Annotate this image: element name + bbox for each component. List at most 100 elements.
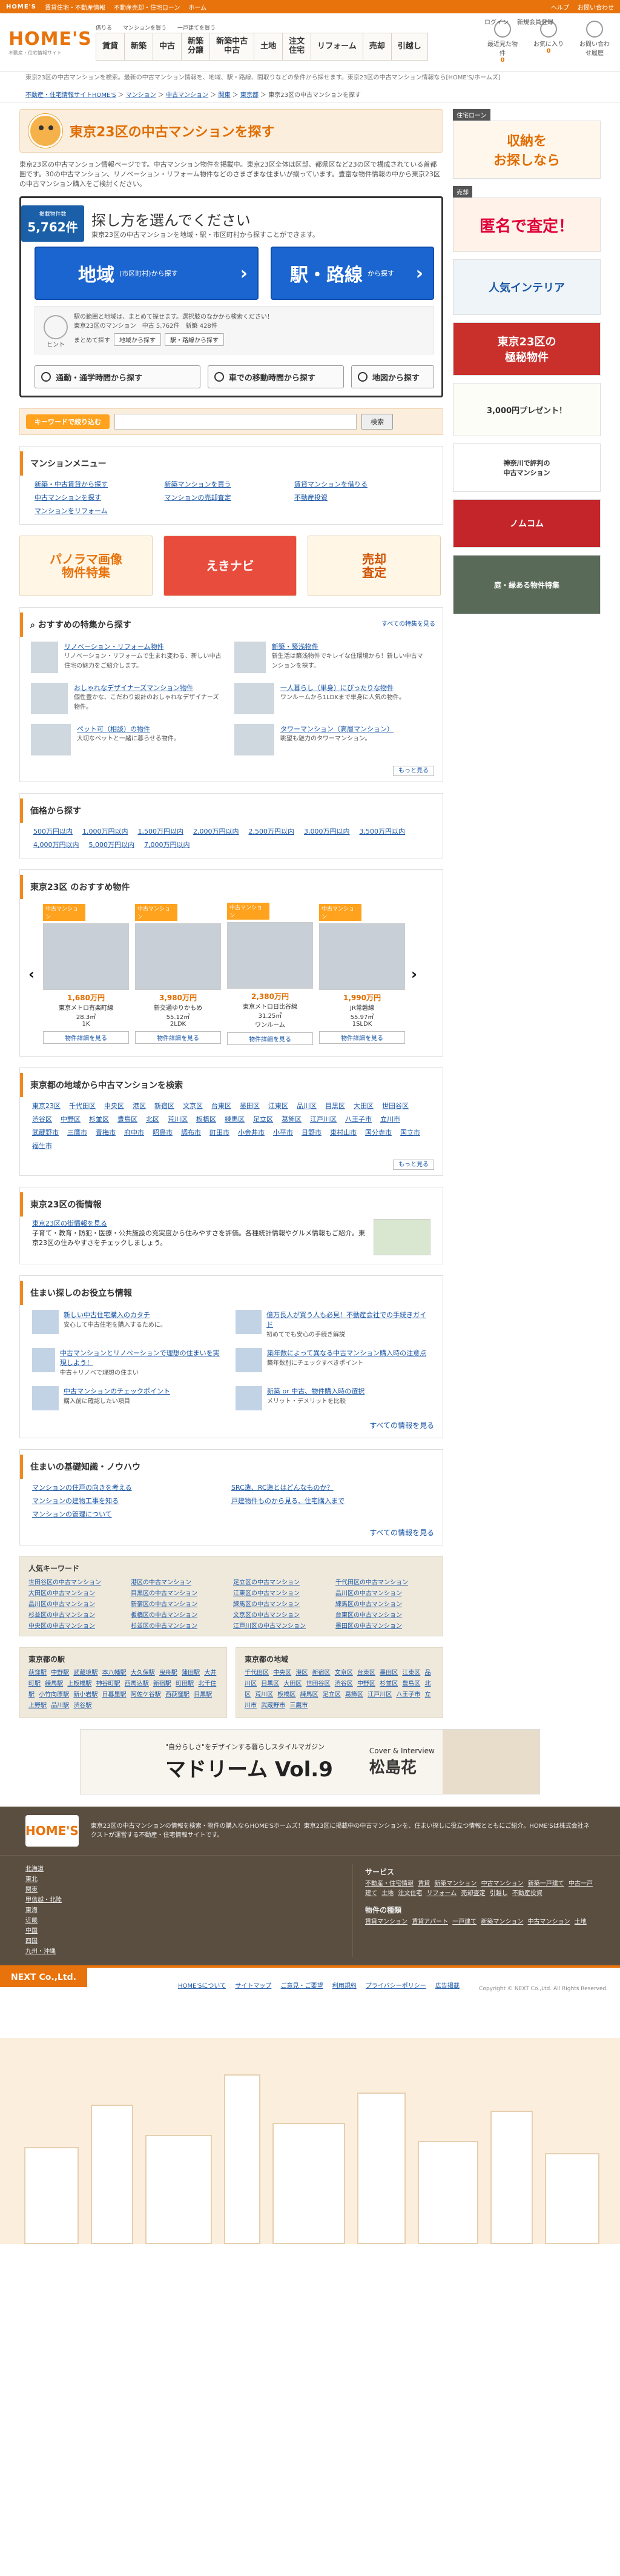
keyword-link[interactable]: 練馬区の中古マンション	[233, 1599, 332, 1608]
bottom-link[interactable]: HOME'Sについて	[178, 1983, 226, 1990]
gnav-order[interactable]: 注文 住宅	[282, 33, 312, 61]
keyword-link[interactable]: 千代田区の中古マンション	[335, 1577, 434, 1586]
gnav-sell[interactable]: 売却	[362, 33, 392, 61]
breadcrumb-home[interactable]: 不動産・住宅情報サイトHOME'S	[25, 92, 116, 99]
interior-banner[interactable]: 人気インテリア	[453, 259, 601, 315]
region-link[interactable]: 武蔵野市	[261, 1702, 285, 1709]
region-link[interactable]: 中央区	[273, 1670, 291, 1676]
menu-item-6[interactable]: 不動産投資	[294, 493, 424, 502]
footer-service-link[interactable]: 注文住宅	[398, 1890, 422, 1897]
footer-service-link[interactable]: 売却査定	[461, 1890, 485, 1897]
footer-region-link[interactable]: 東北	[25, 1876, 38, 1883]
area-link[interactable]: 北区	[146, 1114, 159, 1124]
gnav-new-sale[interactable]: 新築 分譲	[181, 33, 211, 61]
basics-link[interactable]: マンションの管理について	[32, 1509, 231, 1519]
gnav-new[interactable]: 新築	[124, 33, 154, 61]
station-link[interactable]: 曳舟駅	[159, 1670, 177, 1676]
footer-service-link[interactable]: リフォーム	[427, 1890, 457, 1897]
region-link[interactable]: 千代田区	[245, 1670, 269, 1676]
area-link[interactable]: 小金井市	[238, 1127, 265, 1137]
price-link[interactable]: 2,000万円以内	[193, 826, 239, 836]
footer-region-link[interactable]: 九州・沖縄	[25, 1948, 56, 1955]
property-card[interactable]: 中古マンション 3,980万円 新交通ゆりかもめ 55.12㎡ 2LDK 物件詳細を見…	[135, 904, 221, 1044]
keyword-link[interactable]: 中央区の中古マンション	[28, 1621, 127, 1630]
property-detail-button[interactable]: 物件詳細を見る	[43, 1031, 129, 1044]
featured-more-link[interactable]: すべての特集を見る	[381, 619, 435, 628]
area-link[interactable]: 板橋区	[196, 1114, 216, 1124]
footer-type-link[interactable]: 新築マンション	[481, 1919, 523, 1925]
region-link[interactable]: 墨田区	[380, 1670, 398, 1676]
area-link[interactable]: 世田谷区	[382, 1101, 409, 1110]
post-item[interactable]: 億万長人が買う人も必見！不動産会社での手続きガイド 初めてでも安心の手続き解説	[236, 1310, 429, 1338]
footer-region-link[interactable]: 中国	[25, 1928, 38, 1934]
station-link[interactable]: 渋谷駅	[73, 1702, 91, 1709]
area-more-button[interactable]: もっと見る	[393, 1160, 434, 1170]
area-link[interactable]: 国立市	[400, 1127, 420, 1137]
featured-more-button[interactable]: もっと見る	[393, 766, 434, 776]
map-search-button[interactable]: 地図から探す	[351, 365, 434, 388]
price-link[interactable]: 3,500万円以内	[360, 826, 406, 836]
price-link[interactable]: 500万円以内	[33, 826, 73, 836]
area-link[interactable]: 調布市	[181, 1127, 201, 1137]
price-link[interactable]: 3,000万円以内	[304, 826, 350, 836]
breadcrumb-mansion[interactable]: マンション	[126, 92, 156, 99]
footer-region-link[interactable]: 近畿	[25, 1917, 38, 1924]
area-link[interactable]: 福生市	[32, 1141, 52, 1150]
area-link[interactable]: 文京区	[183, 1101, 203, 1110]
station-link[interactable]: 西荻窪駅	[165, 1691, 190, 1698]
property-detail-button[interactable]: 物件詳細を見る	[227, 1032, 313, 1045]
footer-region-link[interactable]: 甲信越・北陸	[25, 1897, 62, 1904]
bottom-link[interactable]: ご意見・ご要望	[281, 1983, 323, 1990]
help-link[interactable]: ヘルプ	[551, 2, 569, 12]
menu-item-4[interactable]: 中古マンションを探す	[35, 493, 165, 502]
footer-region-link[interactable]: 四国	[25, 1938, 38, 1945]
station-link[interactable]: 武蔵境駅	[73, 1670, 97, 1676]
region-link[interactable]: 目黒区	[261, 1681, 279, 1687]
breadcrumb-kanto[interactable]: 関東	[219, 92, 231, 99]
site-logo[interactable]: HOME'S 不動産・住宅情報サイト	[8, 28, 91, 56]
property-detail-button[interactable]: 物件詳細を見る	[319, 1031, 405, 1044]
ekinavi-banner[interactable]: えきナビ	[163, 536, 297, 596]
station-link[interactable]: 神谷町駅	[96, 1681, 120, 1687]
keyword-link[interactable]: 江戸川区の中古マンション	[233, 1621, 332, 1630]
hint-area-button[interactable]: 地域から探す	[114, 333, 161, 346]
post-item[interactable]: 中古マンションとリノベーションで理想の住まいを実現しよう！ 中古＋リノベで理想の住…	[32, 1348, 226, 1376]
carousel-next-icon[interactable]: ›	[411, 966, 420, 983]
menu-item-1[interactable]: 新築・中古賃貸から探す	[35, 479, 165, 489]
footer-type-link[interactable]: 賃貸マンション	[365, 1919, 407, 1925]
footer-service-link[interactable]: 不動産・住宅情報	[365, 1881, 414, 1887]
keyword-input[interactable]	[114, 414, 357, 430]
storage-banner[interactable]: 収納を お探しなら	[453, 121, 601, 179]
region-link[interactable]: 中野区	[357, 1681, 375, 1687]
region-link[interactable]: 荒川区	[255, 1691, 273, 1698]
menu-item-2[interactable]: 新築マンションを買う	[165, 479, 295, 489]
area-link[interactable]: 江戸川区	[310, 1114, 337, 1124]
gnav-used[interactable]: 中古	[153, 33, 182, 61]
station-link[interactable]: 阿佐ケ谷駅	[131, 1691, 161, 1698]
footer-service-link[interactable]: 引越し	[490, 1890, 508, 1897]
search-by-station-button[interactable]: 駅・路線 から探す ›	[271, 247, 434, 300]
car-search-button[interactable]: 車での移動時間から探す	[207, 365, 344, 388]
register-link[interactable]: 新規会員登録	[517, 17, 553, 26]
keyword-link[interactable]: 板橋区の中古マンション	[131, 1610, 229, 1619]
keyword-link[interactable]: 新宿区の中古マンション	[131, 1599, 229, 1608]
login-link[interactable]: ログイン	[484, 17, 509, 26]
area-link[interactable]: 小平市	[273, 1127, 293, 1137]
secret-property-banner[interactable]: 東京23区の 極秘物件	[453, 322, 601, 376]
anonymous-assess-banner[interactable]: 匿名で査定！	[453, 198, 601, 252]
top-strip-link-1[interactable]: 賃貸住宅・不動産情報	[45, 2, 105, 12]
area-link[interactable]: 練馬区	[225, 1114, 245, 1124]
region-link[interactable]: 江東区	[402, 1670, 420, 1676]
footer-type-link[interactable]: 一戸建て	[452, 1919, 477, 1925]
area-link[interactable]: 杉並区	[89, 1114, 109, 1124]
footer-type-link[interactable]: 土地	[575, 1919, 587, 1925]
property-card[interactable]: 中古マンション 1,680万円 東京メトロ有楽町線 28.3㎡ 1K 物件詳細を見る	[43, 904, 129, 1044]
property-card[interactable]: 中古マンション 2,380万円 東京メトロ日比谷線 31.25㎡ ワンルーム 物件詳細…	[227, 903, 313, 1045]
footer-region-link[interactable]: 北海道	[25, 1866, 44, 1873]
garden-banner[interactable]: 庭・緑ある物件特集	[453, 555, 601, 614]
post-item[interactable]: 新しい中古住宅購入のカタチ 安心して中古住宅を購入するために。	[32, 1310, 226, 1338]
station-link[interactable]: 新小岩駅	[73, 1691, 97, 1698]
area-link[interactable]: 千代田区	[69, 1101, 96, 1110]
bottom-link[interactable]: サイトマップ	[235, 1983, 271, 1990]
area-link[interactable]: 町田市	[209, 1127, 229, 1137]
